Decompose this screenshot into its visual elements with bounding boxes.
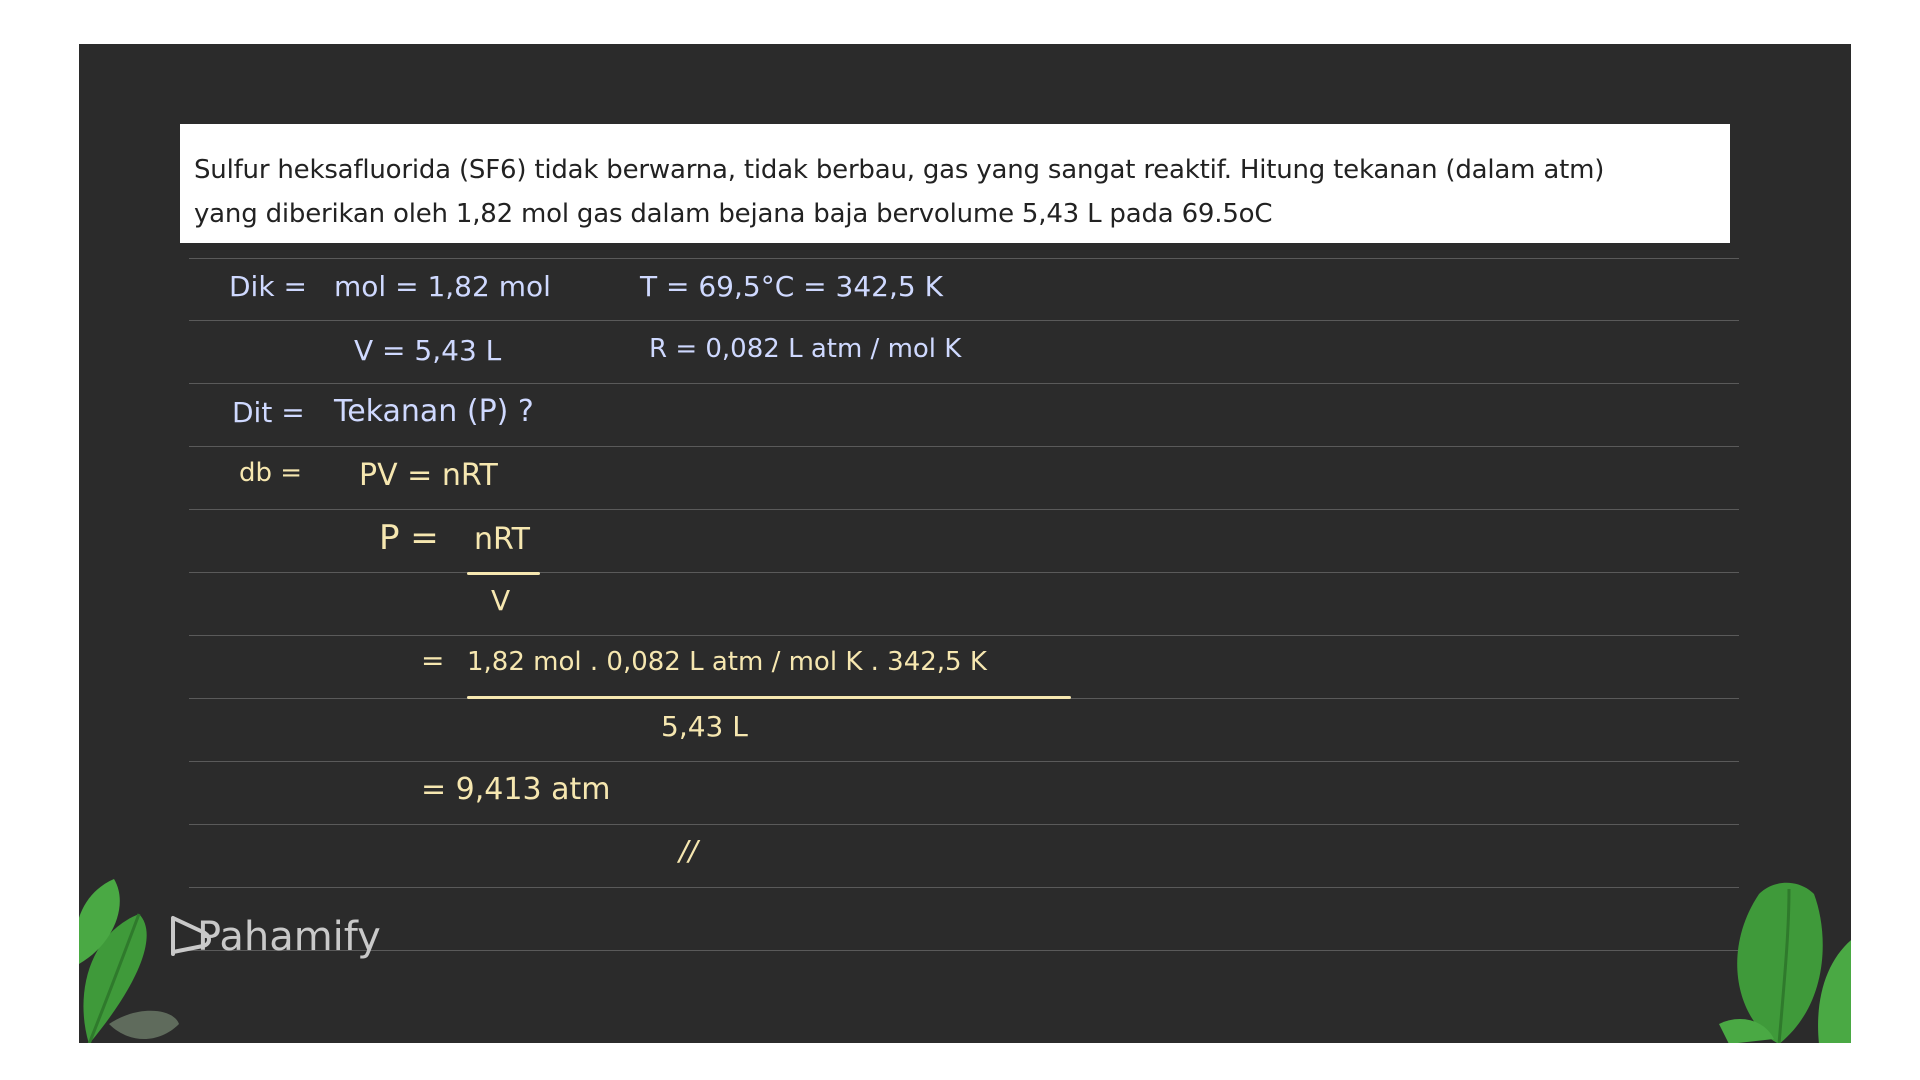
equals-sign: = [421,644,445,677]
question-line-2: yang diberikan oleh 1,82 mol gas dalam b… [194,199,1273,229]
ruled-line [189,446,1739,447]
ruled-line [189,320,1739,321]
ruled-line [189,635,1739,636]
substitution-denominator: 5,43 L [661,710,748,743]
ruled-line [189,950,1739,951]
ruled-line [189,887,1739,888]
given-mol: mol = 1,82 mol [334,270,551,303]
end-mark: // [679,834,698,867]
substitution-numerator: 1,82 mol . 0,082 L atm / mol K . 342,5 K [467,647,987,677]
ruled-line [189,761,1739,762]
leaf-right-icon [1719,882,1851,1043]
ruled-line [189,509,1739,510]
equation-p-numerator: nRT [474,522,531,557]
whiteboard: Sulfur heksafluorida (SF6) tidak berwarn… [79,44,1851,1043]
dit-label: Dit = [232,396,305,429]
equation-p-left: P = [379,518,439,558]
pahamify-logo: Pahamify [167,914,381,966]
question-line-1: Sulfur heksafluorida (SF6) tidak berwarn… [194,155,1605,185]
final-answer: = 9,413 atm [421,772,611,807]
question-box: Sulfur heksafluorida (SF6) tidak berwarn… [180,124,1730,243]
ruled-line [189,383,1739,384]
dik-label: Dik = [229,270,307,303]
equation-ideal-gas: PV = nRT [359,458,498,493]
fraction-bar [467,572,540,575]
ruled-line [189,258,1739,259]
given-temperature: T = 69,5°C = 342,5 K [640,270,943,303]
ruled-line [189,572,1739,573]
given-volume: V = 5,43 L [354,334,502,367]
given-gas-constant: R = 0,082 L atm / mol K [649,334,962,364]
fraction-bar [467,696,1071,699]
asked-value: Tekanan (P) ? [334,394,534,429]
pahamify-logo-text: Pahamify [197,914,381,960]
ruled-line [189,824,1739,825]
equation-p-denominator: V [491,584,511,617]
db-label: db = [239,458,303,488]
